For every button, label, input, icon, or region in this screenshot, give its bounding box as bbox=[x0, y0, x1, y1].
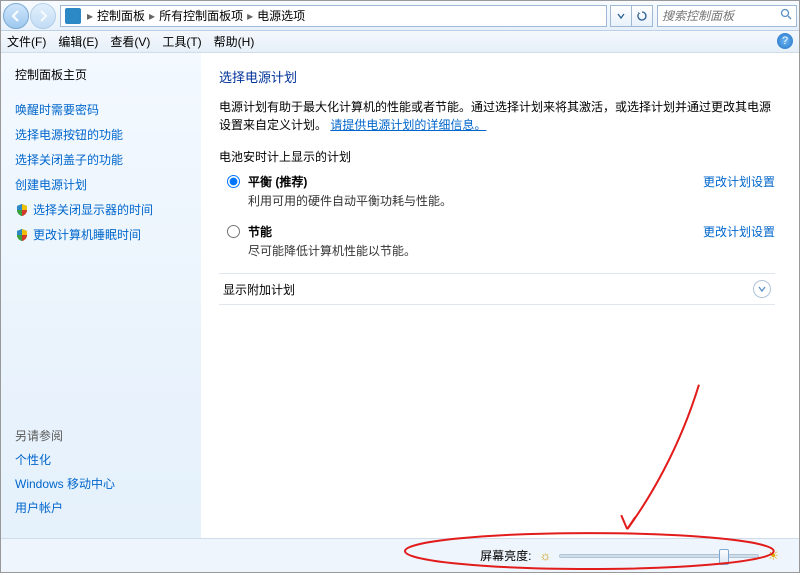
change-plan-settings-link[interactable]: 更改计划设置 bbox=[703, 173, 775, 190]
brightness-slider[interactable] bbox=[559, 546, 759, 566]
see-also-title: 另请参阅 bbox=[15, 427, 115, 444]
menu-view[interactable]: 查看(V) bbox=[110, 33, 150, 50]
see-also-mobility-center[interactable]: Windows 移动中心 bbox=[15, 476, 115, 492]
sidebar-link-display-off[interactable]: 选择关闭显示器的时间 bbox=[15, 202, 187, 218]
back-button[interactable] bbox=[3, 3, 29, 29]
sidebar-link-wake-password[interactable]: 唤醒时需要密码 bbox=[15, 102, 187, 118]
page-description: 电源计划有助于最大化计算机的性能或者节能。通过选择计划来将其激活，或选择计划并通… bbox=[219, 98, 775, 134]
plan-name: 平衡 bbox=[248, 175, 272, 189]
shield-icon bbox=[15, 228, 29, 242]
brightness-low-icon: ☼ bbox=[539, 548, 551, 563]
sidebar-link-power-button[interactable]: 选择电源按钮的功能 bbox=[15, 127, 187, 143]
see-also-user-accounts[interactable]: 用户帐户 bbox=[15, 500, 115, 516]
slider-thumb[interactable] bbox=[719, 549, 729, 565]
refresh-button[interactable] bbox=[631, 5, 653, 27]
plan-recommended: (推荐) bbox=[275, 175, 307, 189]
plan-radio-power-saver[interactable] bbox=[227, 225, 240, 238]
see-also-personalization[interactable]: 个性化 bbox=[15, 452, 115, 468]
shield-icon bbox=[15, 203, 29, 217]
address-bar: ▸ 控制面板 ▸ 所有控制面板项 ▸ 电源选项 bbox=[1, 1, 799, 31]
sidebar-link-create-plan[interactable]: 创建电源计划 bbox=[15, 177, 187, 193]
plan-description: 尽可能降低计算机性能以节能。 bbox=[248, 242, 683, 259]
menu-edit[interactable]: 编辑(E) bbox=[58, 33, 98, 50]
search-box[interactable] bbox=[657, 5, 797, 27]
control-panel-home-link[interactable]: 控制面板主页 bbox=[15, 67, 187, 83]
breadcrumb[interactable]: ▸ 控制面板 ▸ 所有控制面板项 ▸ 电源选项 bbox=[60, 5, 607, 27]
breadcrumb-dropdown-button[interactable] bbox=[610, 5, 632, 27]
breadcrumb-item[interactable]: 所有控制面板项 bbox=[159, 7, 243, 24]
search-input[interactable] bbox=[662, 9, 776, 23]
plan-name: 节能 bbox=[248, 225, 272, 239]
brightness-label: 屏幕亮度: bbox=[480, 547, 531, 564]
change-plan-settings-link[interactable]: 更改计划设置 bbox=[703, 223, 775, 240]
menu-file[interactable]: 文件(F) bbox=[7, 33, 46, 50]
control-panel-icon bbox=[65, 8, 81, 24]
plan-power-saver: 节能 尽可能降低计算机性能以节能。 更改计划设置 bbox=[219, 223, 775, 259]
forward-button[interactable] bbox=[30, 3, 56, 29]
main-panel: 选择电源计划 电源计划有助于最大化计算机的性能或者节能。通过选择计划来将其激活，… bbox=[201, 53, 799, 538]
plan-group-title: 电池安时计上显示的计划 bbox=[219, 148, 775, 165]
search-icon bbox=[780, 8, 792, 23]
plan-balanced: 平衡 (推荐) 利用可用的硬件自动平衡功耗与性能。 更改计划设置 bbox=[219, 173, 775, 209]
page-title: 选择电源计划 bbox=[219, 67, 775, 86]
slider-track bbox=[559, 554, 759, 558]
help-icon[interactable]: ? bbox=[777, 33, 793, 49]
plan-radio-balanced[interactable] bbox=[227, 175, 240, 188]
chevron-down-icon[interactable] bbox=[753, 280, 771, 298]
sidebar: 控制面板主页 唤醒时需要密码 选择电源按钮的功能 选择关闭盖子的功能 创建电源计… bbox=[1, 53, 201, 538]
menu-tools[interactable]: 工具(T) bbox=[162, 33, 201, 50]
brightness-high-icon: ☀ bbox=[767, 548, 779, 564]
breadcrumb-item[interactable]: 控制面板 bbox=[97, 7, 145, 24]
menu-bar: 文件(F) 编辑(E) 查看(V) 工具(T) 帮助(H) ? bbox=[1, 31, 799, 53]
show-additional-plans-row[interactable]: 显示附加计划 bbox=[219, 273, 775, 305]
sidebar-link-close-lid[interactable]: 选择关闭盖子的功能 bbox=[15, 152, 187, 168]
menu-help[interactable]: 帮助(H) bbox=[214, 33, 255, 50]
footer-bar: 屏幕亮度: ☼ ☀ bbox=[1, 538, 799, 572]
plan-details-link[interactable]: 请提供电源计划的详细信息。 bbox=[330, 118, 486, 132]
see-also-section: 另请参阅 个性化 Windows 移动中心 用户帐户 bbox=[15, 427, 115, 524]
expand-title: 显示附加计划 bbox=[223, 281, 753, 298]
plan-description: 利用可用的硬件自动平衡功耗与性能。 bbox=[248, 192, 683, 209]
sidebar-link-sleep-time[interactable]: 更改计算机睡眠时间 bbox=[15, 227, 187, 243]
breadcrumb-item[interactable]: 电源选项 bbox=[257, 7, 305, 24]
